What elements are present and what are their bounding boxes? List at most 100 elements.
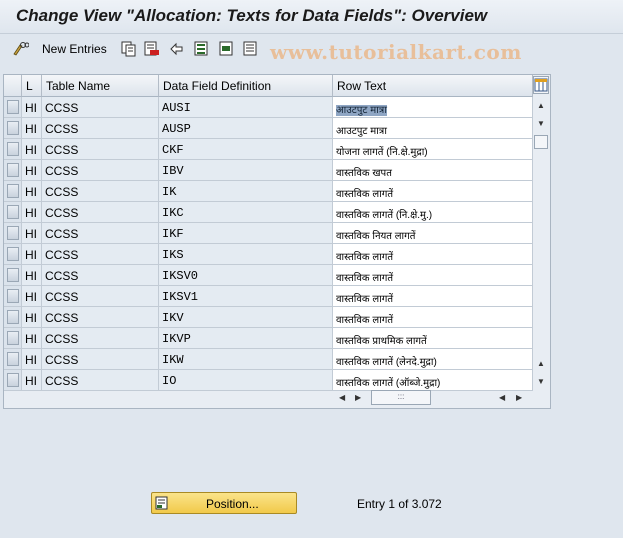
cell-row-text-input[interactable]: वास्तविक खपत: [333, 160, 533, 181]
table-settings-icon[interactable]: [533, 76, 549, 94]
deselect-all-icon[interactable]: [242, 40, 259, 57]
column-header-lang[interactable]: L: [22, 75, 42, 97]
position-icon: [155, 496, 168, 510]
copy-icon[interactable]: [120, 40, 137, 57]
row-text-value: आउटपुट मात्रा: [336, 105, 387, 116]
cell-row-text-input[interactable]: वास्तविक लागतें: [333, 181, 533, 202]
scroll-left-arrow-icon[interactable]: ◀: [339, 393, 345, 403]
row-text-value: वास्तविक लागतें: [336, 294, 394, 305]
row-selector[interactable]: [4, 139, 22, 160]
cell-table-name: CCSS: [42, 202, 159, 223]
cell-row-text-input[interactable]: वास्तविक लागतें (नि.क्षे.मु.): [333, 202, 533, 223]
table-row[interactable]: HI CCSS IKW वास्तविक लागतें (लेनदे.मुद्रा): [4, 349, 533, 370]
table-row[interactable]: HI CCSS IKSV0 वास्तविक लागतें: [4, 265, 533, 286]
table-row[interactable]: HI CCSS IO वास्तविक लागतें (ऑब्जे.मुद्रा): [4, 370, 533, 391]
row-selector[interactable]: [4, 265, 22, 286]
table-row[interactable]: HI CCSS IKC वास्तविक लागतें (नि.क्षे.मु.): [4, 202, 533, 223]
table-row[interactable]: HI CCSS AUSP आउटपुट मात्रा: [4, 118, 533, 139]
cell-lang: HI: [22, 265, 42, 286]
scroll-down-arrow-icon[interactable]: ▼: [537, 377, 545, 387]
cell-row-text-input[interactable]: वास्तविक लागतें: [333, 244, 533, 265]
table-row[interactable]: HI CCSS IK वास्तविक लागतें: [4, 181, 533, 202]
scroll-up-arrow-icon[interactable]: ▲: [537, 101, 545, 111]
row-text-value: आउटपुट मात्रा: [336, 126, 387, 137]
cell-row-text-input[interactable]: आउटपुट मात्रा: [333, 118, 533, 139]
column-header-row-text[interactable]: Row Text: [333, 75, 533, 97]
row-selector[interactable]: [4, 244, 22, 265]
cell-field-def: CKF: [159, 139, 333, 160]
select-all-icon[interactable]: [193, 40, 210, 57]
position-button[interactable]: Position...: [151, 492, 297, 514]
cell-field-def: IKSV1: [159, 286, 333, 307]
table-row[interactable]: HI CCSS IKS वास्तविक लागतें: [4, 244, 533, 265]
edit-glasses-icon[interactable]: [12, 40, 29, 57]
row-selector[interactable]: [4, 118, 22, 139]
scroll-up-arrow-icon[interactable]: ▲: [537, 359, 545, 369]
row-text-value: वास्तविक लागतें: [336, 315, 394, 326]
cell-lang: HI: [22, 202, 42, 223]
cell-row-text-input[interactable]: आउटपुट मात्रा: [333, 97, 533, 118]
table-row[interactable]: HI CCSS IBV वास्तविक खपत: [4, 160, 533, 181]
table-row[interactable]: HI CCSS IKF वास्तविक नियत लागतें: [4, 223, 533, 244]
cell-field-def: AUSP: [159, 118, 333, 139]
vertical-scrollbar[interactable]: ▲ ▼ ▲ ▼: [533, 97, 550, 387]
row-selector[interactable]: [4, 97, 22, 118]
cell-lang: HI: [22, 160, 42, 181]
row-selector[interactable]: [4, 160, 22, 181]
column-header-table-name[interactable]: Table Name: [42, 75, 159, 97]
cell-table-name: CCSS: [42, 286, 159, 307]
row-text-value: वास्तविक लागतें (नि.क्षे.मु.): [336, 210, 433, 221]
scroll-left-arrow-icon[interactable]: ◀: [499, 393, 505, 403]
cell-lang: HI: [22, 328, 42, 349]
cell-field-def: IKW: [159, 349, 333, 370]
cell-lang: HI: [22, 370, 42, 391]
table-row[interactable]: HI CCSS IKVP वास्तविक प्राथमिक लागतें: [4, 328, 533, 349]
cell-row-text-input[interactable]: योजना लागतें (नि.क्षे.मुद्रा): [333, 139, 533, 160]
row-selector[interactable]: [4, 223, 22, 244]
cell-table-name: CCSS: [42, 349, 159, 370]
row-selector[interactable]: [4, 181, 22, 202]
select-block-icon[interactable]: [218, 40, 235, 57]
row-selector[interactable]: [4, 286, 22, 307]
cell-table-name: CCSS: [42, 223, 159, 244]
row-selector[interactable]: [4, 202, 22, 223]
scroll-right-arrow-icon[interactable]: ▶: [516, 393, 522, 403]
delete-icon[interactable]: [143, 40, 160, 57]
scroll-right-arrow-icon[interactable]: ▶: [355, 393, 361, 403]
cell-field-def: IKV: [159, 307, 333, 328]
cell-row-text-input[interactable]: वास्तविक लागतें: [333, 265, 533, 286]
column-header-field-def[interactable]: Data Field Definition: [159, 75, 333, 97]
scroll-down-arrow-icon[interactable]: ▼: [537, 119, 545, 129]
watermark: www.tutorialkart.com: [270, 40, 522, 64]
cell-field-def: IKF: [159, 223, 333, 244]
row-selector[interactable]: [4, 349, 22, 370]
undo-icon[interactable]: [168, 40, 185, 57]
row-selector[interactable]: [4, 328, 22, 349]
cell-lang: HI: [22, 97, 42, 118]
cell-row-text-input[interactable]: वास्तविक लागतें (ऑब्जे.मुद्रा): [333, 370, 533, 391]
cell-table-name: CCSS: [42, 139, 159, 160]
cell-table-name: CCSS: [42, 265, 159, 286]
scroll-thumb[interactable]: [534, 135, 548, 149]
new-entries-button[interactable]: New Entries: [42, 42, 107, 56]
cell-table-name: CCSS: [42, 181, 159, 202]
cell-row-text-input[interactable]: वास्तविक प्राथमिक लागतें: [333, 328, 533, 349]
cell-lang: HI: [22, 244, 42, 265]
row-selector[interactable]: [4, 307, 22, 328]
cell-row-text-input[interactable]: वास्तविक लागतें: [333, 307, 533, 328]
cell-field-def: IKC: [159, 202, 333, 223]
row-selector[interactable]: [4, 370, 22, 391]
table-row[interactable]: HI CCSS CKF योजना लागतें (नि.क्षे.मुद्रा): [4, 139, 533, 160]
cell-table-name: CCSS: [42, 97, 159, 118]
selection-header[interactable]: [4, 75, 22, 97]
hscroll-thumb[interactable]: :::: [371, 390, 431, 405]
horizontal-scrollbar[interactable]: ◀ ▶ ::: ◀ ▶: [333, 389, 533, 406]
table-row[interactable]: HI CCSS IKV वास्तविक लागतें: [4, 307, 533, 328]
cell-row-text-input[interactable]: वास्तविक लागतें: [333, 286, 533, 307]
cell-row-text-input[interactable]: वास्तविक नियत लागतें: [333, 223, 533, 244]
table-row[interactable]: HI CCSS AUSI आउटपुट मात्रा: [4, 97, 533, 118]
cell-row-text-input[interactable]: वास्तविक लागतें (लेनदे.मुद्रा): [333, 349, 533, 370]
title-bar: Change View "Allocation: Texts for Data …: [0, 0, 623, 34]
table-row[interactable]: HI CCSS IKSV1 वास्तविक लागतें: [4, 286, 533, 307]
cell-field-def: IKSV0: [159, 265, 333, 286]
